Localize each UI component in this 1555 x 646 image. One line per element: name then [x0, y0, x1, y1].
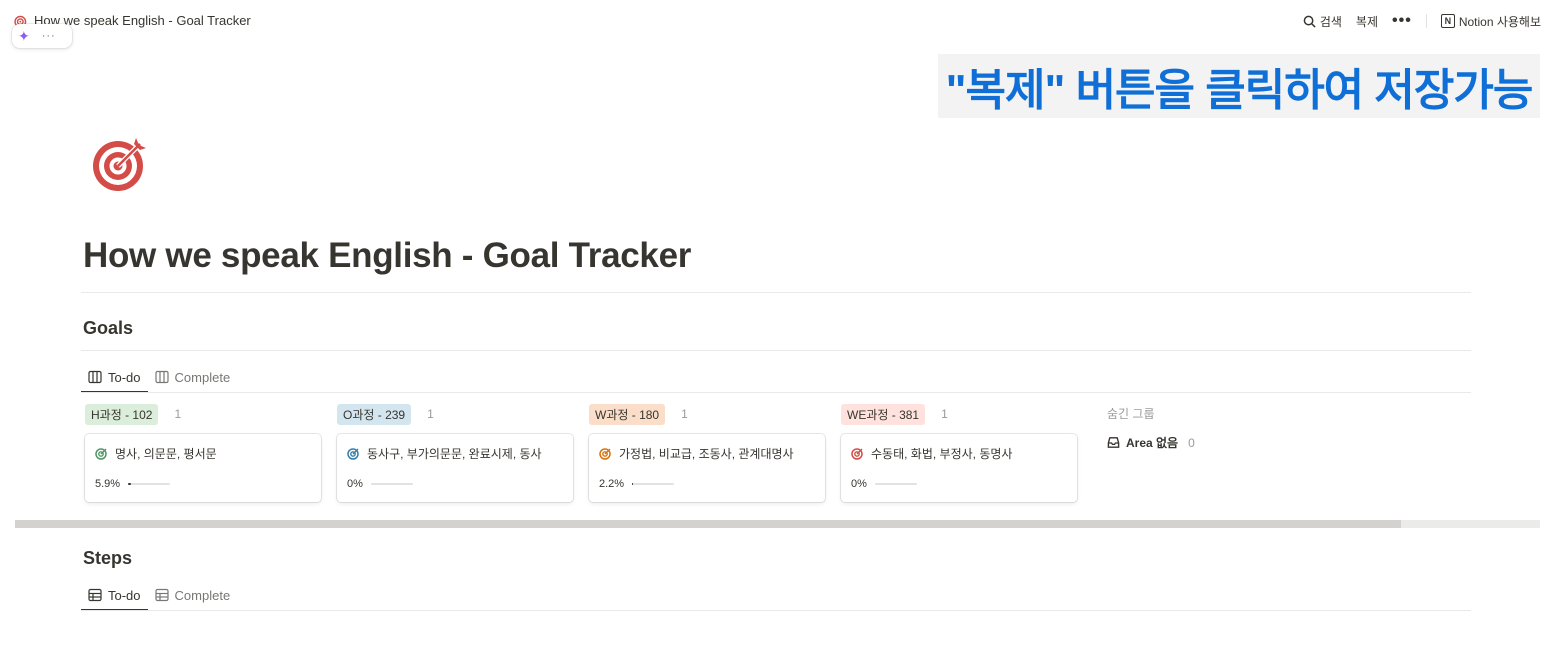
group-badge: WE과정 - 381	[841, 403, 926, 425]
tab-complete[interactable]: Complete	[148, 580, 238, 610]
progress-bar	[128, 483, 171, 485]
column-header[interactable]: W과정 - 180 1	[589, 403, 825, 425]
no-area-count: 0	[1188, 435, 1195, 450]
steps-view-tabs: To-do Complete	[81, 580, 238, 611]
column-header[interactable]: H과정 - 102 1	[85, 403, 321, 425]
goal-card[interactable]: 수동태, 화법, 부정사, 동명사 0%	[841, 434, 1077, 502]
more-button[interactable]: •••	[1392, 12, 1412, 30]
goals-board: H과정 - 102 1 명사, 의문문, 평서문 5.9% O과정 - 239 …	[85, 403, 1485, 514]
goals-heading[interactable]: Goals	[83, 318, 133, 339]
card-title: 동사구, 부가의문문, 완료시제, 동사	[367, 447, 542, 461]
progress-text: 5.9%	[95, 478, 121, 490]
table-icon	[154, 588, 169, 602]
tab-label: Complete	[174, 369, 231, 385]
notion-logo-icon: N	[1440, 14, 1455, 28]
tab-todo[interactable]: To-do	[81, 362, 148, 393]
sparkle-icon[interactable]: ✦	[18, 29, 30, 43]
try-notion-label: Notion 사용해보	[1458, 14, 1541, 29]
page-title[interactable]: How we speak English - Goal Tracker	[83, 236, 691, 276]
goal-card[interactable]: 동사구, 부가의문문, 완료시제, 동사 0%	[337, 434, 573, 502]
card-title: 명사, 의문문, 평서문	[115, 447, 217, 461]
divider	[1425, 14, 1427, 28]
steps-tabs-divider	[81, 610, 1471, 611]
board-column: O과정 - 239 1 동사구, 부가의문문, 완료시제, 동사 0%	[337, 403, 573, 502]
target-icon	[347, 447, 359, 460]
more-icon: •••	[1392, 12, 1412, 29]
tab-label: To-do	[108, 587, 141, 603]
ai-assistant-pill[interactable]: ✦ ···	[12, 24, 72, 48]
group-badge: H과정 - 102	[85, 403, 159, 425]
tab-label: To-do	[108, 369, 141, 385]
group-badge: W과정 - 180	[589, 403, 666, 425]
group-count: 1	[427, 407, 434, 421]
table-icon	[88, 588, 102, 602]
target-icon	[599, 447, 611, 460]
goal-card[interactable]: 명사, 의문문, 평서문 5.9%	[85, 434, 321, 502]
title-divider	[81, 292, 1471, 293]
tab-label: Complete	[174, 587, 231, 603]
group-count: 1	[681, 407, 688, 421]
search-icon	[1303, 15, 1316, 28]
no-area-label: Area 없음	[1126, 436, 1179, 450]
progress-text: 0%	[347, 478, 363, 490]
group-count: 1	[174, 407, 182, 421]
tabs-divider	[81, 392, 1471, 393]
scrollbar-thumb[interactable]	[15, 520, 1401, 528]
hidden-groups-label: 숨긴 그룹	[1107, 407, 1155, 421]
horizontal-scrollbar[interactable]	[15, 520, 1540, 528]
progress-text: 0%	[851, 478, 867, 490]
column-header[interactable]: O과정 - 239 1	[337, 403, 573, 425]
duplicate-hint-banner: "복제" 버튼을 클릭하여 저장가능	[938, 54, 1540, 118]
group-count: 1	[941, 407, 948, 421]
board-column: H과정 - 102 1 명사, 의문문, 평서문 5.9%	[85, 403, 321, 502]
group-badge: O과정 - 239	[337, 403, 412, 425]
progress-text: 2.2%	[599, 478, 625, 490]
progress-bar	[632, 483, 675, 485]
goals-view-tabs: To-do Complete	[81, 362, 238, 393]
goal-card[interactable]: 가정법, 비교급, 조동사, 관계대명사 2.2%	[589, 434, 825, 502]
tab-todo[interactable]: To-do	[81, 580, 148, 611]
hidden-groups: 숨긴 그룹 Area 없음 0	[1107, 404, 1307, 451]
duplicate-button[interactable]: 복제	[1356, 13, 1378, 30]
duplicate-label: 복제	[1355, 14, 1378, 29]
target-icon	[851, 447, 863, 460]
progress-bar	[874, 483, 917, 485]
card-title: 가정법, 비교급, 조동사, 관계대명사	[619, 447, 794, 461]
top-bar: How we speak English - Goal Tracker ✦ ··…	[0, 0, 1555, 48]
tab-complete[interactable]: Complete	[148, 362, 238, 392]
more-options-icon[interactable]: ···	[42, 30, 56, 42]
search-button[interactable]: 검색	[1303, 13, 1342, 30]
goals-divider	[81, 350, 1471, 351]
search-label: 검색	[1319, 14, 1342, 29]
board-column: W과정 - 180 1 가정법, 비교급, 조동사, 관계대명사 2.2%	[589, 403, 825, 502]
target-icon[interactable]	[90, 134, 150, 194]
progress-bar	[370, 483, 413, 485]
board-icon	[88, 370, 102, 384]
steps-heading[interactable]: Steps	[83, 548, 132, 569]
try-notion-button[interactable]: N Notion 사용해보	[1440, 13, 1541, 30]
hidden-group-no-area[interactable]: Area 없음 0	[1107, 434, 1307, 451]
board-column: WE과정 - 381 1 수동태, 화법, 부정사, 동명사 0%	[841, 403, 1077, 502]
board-icon	[154, 370, 169, 384]
target-icon	[95, 447, 107, 460]
card-title: 수동태, 화법, 부정사, 동명사	[871, 447, 1013, 461]
column-header[interactable]: WE과정 - 381 1	[841, 403, 1077, 425]
inbox-icon	[1107, 437, 1120, 448]
